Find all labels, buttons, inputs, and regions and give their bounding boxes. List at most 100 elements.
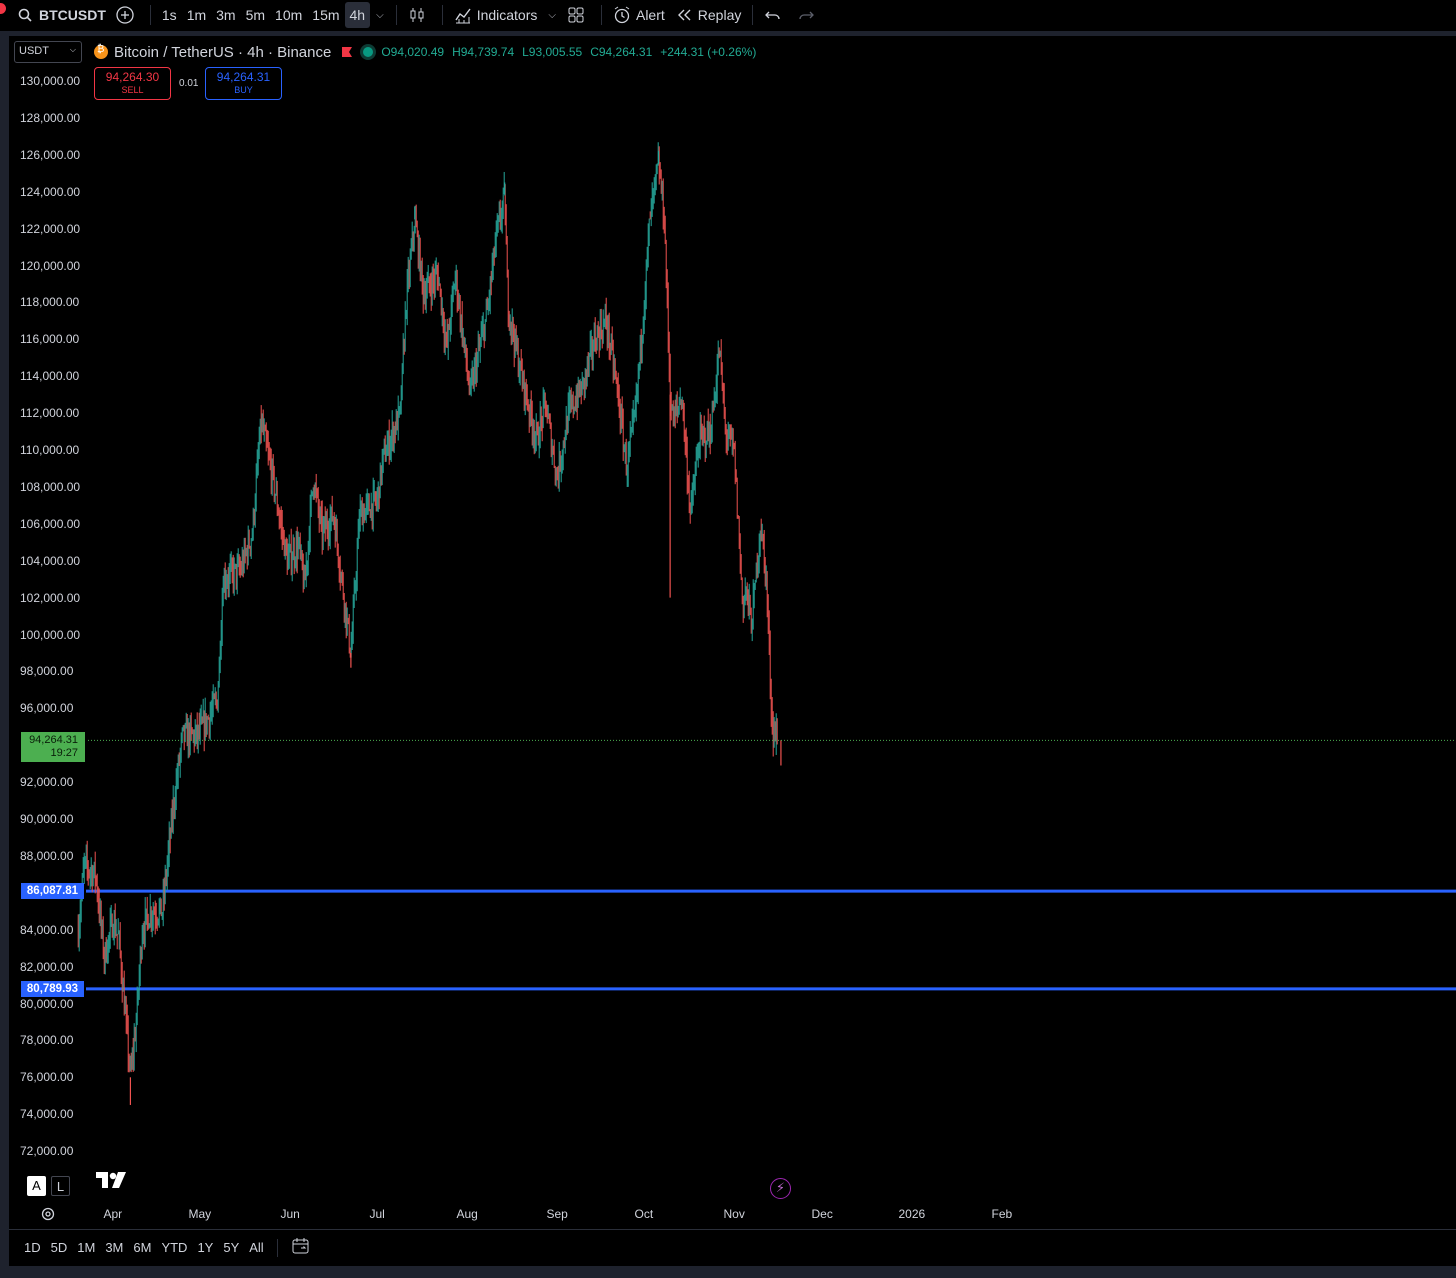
trade-quantity[interactable]: 0.01	[179, 78, 198, 89]
horizontal-line-label: 86,087.81	[21, 883, 84, 900]
chart-type-button[interactable]	[403, 2, 436, 28]
undo-button[interactable]	[759, 2, 792, 28]
replay-button[interactable]: Replay	[670, 2, 747, 28]
open-value: O94,020.49	[381, 45, 445, 59]
indicators-label: Indicators	[476, 7, 538, 23]
currency-select[interactable]: USDT ⌵	[14, 41, 82, 63]
alert-button[interactable]: Alert	[608, 2, 670, 28]
range-all[interactable]: All	[244, 1240, 268, 1255]
time-axis-label: Jul	[369, 1207, 385, 1221]
range-5d[interactable]: 5D	[46, 1240, 73, 1255]
add-circle-icon	[116, 6, 134, 24]
chart-legend: Bitcoin / TetherUS · 4h · Binance O94,02…	[94, 43, 764, 61]
toolbar-separator	[395, 5, 397, 25]
top-toolbar: BTCUSDT 1s 1m 3m 5m 10m 15m 4h ⌵ Indicat…	[0, 0, 1456, 30]
range-5y[interactable]: 5Y	[218, 1240, 244, 1255]
time-axis-label: Aug	[456, 1207, 478, 1221]
settings-gear-icon[interactable]	[40, 1206, 56, 1222]
price-axis-label: 110,000.00	[20, 443, 80, 457]
calendar-icon	[292, 1238, 309, 1254]
legend-title[interactable]: Bitcoin / TetherUS · 4h · Binance	[114, 44, 331, 61]
high-value: H94,739.74	[452, 45, 515, 59]
price-axis-label: 116,000.00	[20, 332, 80, 347]
time-axis-label: Apr	[103, 1207, 123, 1221]
candles	[77, 142, 782, 1105]
layouts-button[interactable]	[562, 2, 595, 28]
price-axis-label: 80,000.00	[20, 996, 74, 1011]
time-axis-label: Feb	[991, 1207, 1013, 1221]
price-axis-label: 74,000.00	[20, 1107, 74, 1122]
horizontal-line-label: 80,789.93	[21, 980, 84, 997]
tradingview-logo-icon	[96, 1170, 128, 1196]
price-axis-label: 88,000.00	[20, 848, 74, 863]
interval-1s[interactable]: 1s	[157, 2, 182, 28]
sell-button[interactable]: 94,264.30 SELL	[94, 67, 171, 100]
left-panel-divider	[0, 36, 9, 1278]
range-6m[interactable]: 6M	[128, 1240, 156, 1255]
indicators-dropdown-chevron-down-icon[interactable]: ⌵	[542, 2, 562, 28]
time-axis-label: Jun	[280, 1207, 300, 1221]
redo-button[interactable]	[792, 2, 825, 28]
price-axis-label: 96,000.00	[20, 701, 74, 716]
interval-5m[interactable]: 5m	[241, 2, 270, 28]
toolbar-divider	[0, 31, 1456, 36]
interval-15m[interactable]: 15m	[307, 2, 344, 28]
low-value: L93,005.55	[522, 45, 583, 59]
time-axis-label: Oct	[634, 1207, 654, 1221]
change-value: +244.31 (+0.26%)	[660, 45, 757, 59]
chart-canvas[interactable]	[0, 0, 1456, 1278]
toolbar-separator	[600, 5, 602, 25]
range-1d[interactable]: 1D	[19, 1240, 46, 1255]
price-axis-label: 112,000.00	[20, 406, 80, 421]
symbol-search-button[interactable]: BTCUSDT	[0, 2, 111, 28]
time-axis-label: Dec	[811, 1207, 833, 1221]
price-axis-label: 114,000.00	[20, 369, 80, 384]
price-axis-label: 72,000.00	[20, 1144, 74, 1159]
price-axis-label: 124,000.00	[20, 184, 81, 199]
price-axis-label: 82,000.00	[20, 959, 74, 974]
compare-symbol-button[interactable]	[111, 2, 144, 28]
go-to-date-button[interactable]	[286, 1237, 316, 1258]
toolbar-separator	[149, 5, 151, 25]
horizontal-lines	[86, 889, 1456, 991]
lightning-icon[interactable]: ⚡︎	[770, 1178, 791, 1199]
date-range-bar: 1D 5D 1M 3M 6M YTD 1Y 5Y All	[9, 1229, 1456, 1265]
range-1m[interactable]: 1M	[72, 1240, 100, 1255]
interval-dropdown-chevron-down-icon[interactable]: ⌵	[370, 2, 390, 28]
range-3m[interactable]: 3M	[100, 1240, 128, 1255]
market-status-icon	[363, 47, 374, 57]
price-axis-label: 122,000.00	[20, 221, 81, 236]
candlestick-icon	[408, 6, 426, 24]
interval-3m[interactable]: 3m	[211, 2, 240, 28]
ohlc-values: O94,020.49 H94,739.74 L93,005.55 C94,264…	[381, 45, 764, 59]
price-axis-label: 130,000.00	[20, 74, 81, 88]
price-axis-label: 128,000.00	[20, 110, 81, 125]
indicators-chart-icon	[454, 6, 472, 24]
indicators-button[interactable]: Indicators	[449, 2, 543, 28]
interval-4h[interactable]: 4h	[344, 2, 371, 28]
price-axis-label: 106,000.00	[20, 516, 81, 531]
close-value: C94,264.31	[590, 45, 653, 59]
alarm-clock-icon	[613, 6, 631, 24]
time-axis-label: Nov	[723, 1207, 745, 1221]
rewind-icon	[675, 6, 693, 24]
log-scale-button[interactable]: L	[51, 1176, 70, 1196]
range-ytd[interactable]: YTD	[156, 1240, 192, 1255]
interval-10m[interactable]: 10m	[270, 2, 307, 28]
interval-1m[interactable]: 1m	[182, 2, 211, 28]
bottom-panel-divider	[0, 1266, 1456, 1278]
currency-value: USDT	[19, 45, 49, 57]
search-icon	[16, 6, 34, 24]
alert-label: Alert	[635, 7, 665, 23]
price-axis-label: 120,000.00	[20, 258, 81, 273]
flag-icon[interactable]	[341, 46, 353, 58]
redo-icon	[797, 6, 815, 24]
buy-button[interactable]: 94,264.31 BUY	[205, 67, 282, 100]
range-1y[interactable]: 1Y	[192, 1240, 218, 1255]
price-axis-label: 102,000.00	[20, 590, 81, 605]
price-axis-label: 100,000.00	[20, 627, 81, 642]
chevron-down-icon: ⌵	[69, 45, 76, 54]
toolbar-separator	[752, 5, 754, 25]
auto-scale-button[interactable]: A	[27, 1176, 46, 1196]
buy-label: BUY	[234, 85, 253, 95]
